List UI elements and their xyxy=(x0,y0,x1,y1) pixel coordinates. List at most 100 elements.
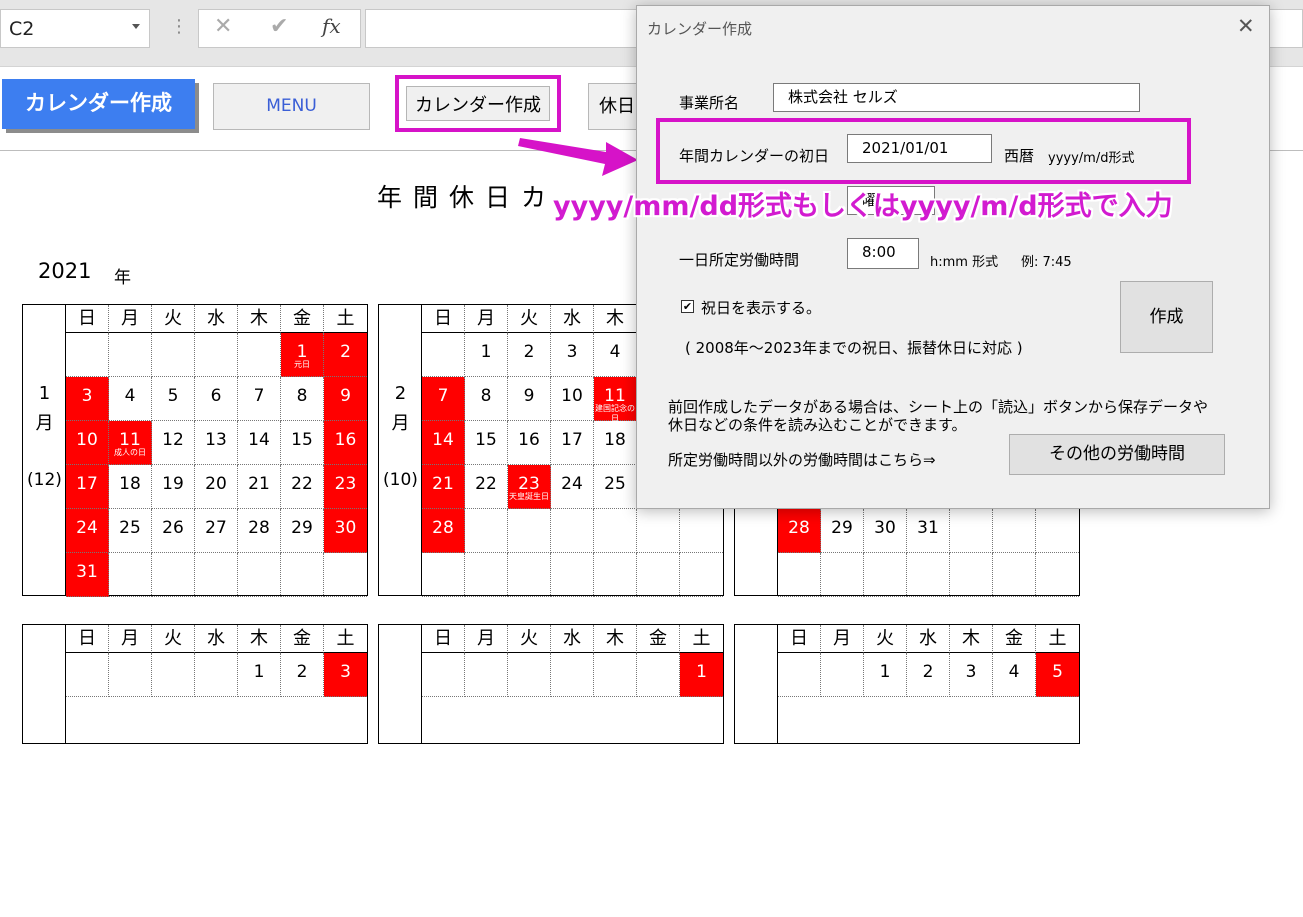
day-cell[interactable]: 17 xyxy=(551,421,594,465)
day-cell[interactable] xyxy=(551,653,594,697)
day-cell[interactable]: 1 xyxy=(680,653,723,697)
day-cell[interactable]: 15 xyxy=(465,421,508,465)
create-button[interactable]: 作成 xyxy=(1120,281,1213,353)
day-cell[interactable] xyxy=(152,553,195,597)
enter-check-icon[interactable]: ✔ xyxy=(270,14,288,39)
day-cell[interactable]: 11 成人の日 xyxy=(109,421,152,465)
day-cell[interactable] xyxy=(238,333,281,377)
day-cell[interactable] xyxy=(465,653,508,697)
day-cell[interactable] xyxy=(152,653,195,697)
create-calendar-button[interactable]: カレンダー作成 xyxy=(406,86,550,121)
day-cell[interactable] xyxy=(281,553,324,597)
day-cell[interactable] xyxy=(907,553,950,597)
day-cell[interactable] xyxy=(508,553,551,597)
day-cell[interactable] xyxy=(109,653,152,697)
day-cell[interactable]: 30 xyxy=(324,509,367,553)
day-cell[interactable]: 26 xyxy=(152,509,195,553)
close-icon[interactable]: ✕ xyxy=(1237,14,1255,38)
day-cell[interactable] xyxy=(821,553,864,597)
day-cell[interactable]: 25 xyxy=(594,465,637,509)
day-cell[interactable]: 11 建国記念の日 xyxy=(594,377,637,423)
day-cell[interactable]: 1 xyxy=(465,333,508,377)
day-cell[interactable]: 15 xyxy=(281,421,324,465)
day-cell[interactable]: 4 xyxy=(109,377,152,421)
day-cell[interactable]: 25 xyxy=(109,509,152,553)
day-cell[interactable]: 24 xyxy=(66,509,109,553)
start-date-input[interactable]: 2021/01/01 xyxy=(847,134,992,163)
day-cell[interactable]: 10 xyxy=(551,377,594,421)
day-cell[interactable]: 30 xyxy=(864,509,907,553)
day-cell[interactable]: 7 xyxy=(238,377,281,421)
holiday-checkbox[interactable]: ✔ xyxy=(681,300,694,313)
day-cell[interactable]: 23 天皇誕生日 xyxy=(508,465,551,509)
day-cell[interactable] xyxy=(66,653,109,697)
day-cell[interactable]: 3 xyxy=(324,653,367,697)
day-cell[interactable] xyxy=(324,553,367,597)
day-cell[interactable] xyxy=(637,553,680,597)
day-cell[interactable] xyxy=(594,509,637,553)
day-cell[interactable]: 9 xyxy=(324,377,367,421)
office-name-input[interactable]: 株式会社 セルズ xyxy=(773,83,1140,112)
day-cell[interactable]: 1 元日 xyxy=(281,333,324,377)
day-cell[interactable] xyxy=(993,553,1036,597)
day-cell[interactable]: 2 xyxy=(281,653,324,697)
day-cell[interactable] xyxy=(238,553,281,597)
day-cell[interactable] xyxy=(422,553,465,597)
day-cell[interactable]: 12 xyxy=(152,421,195,465)
day-cell[interactable] xyxy=(195,553,238,597)
daily-hours-input[interactable]: 8:00 xyxy=(847,238,919,269)
day-cell[interactable]: 17 xyxy=(66,465,109,509)
name-box[interactable]: C2 xyxy=(0,9,150,48)
day-cell[interactable] xyxy=(637,653,680,697)
day-cell[interactable]: 28 xyxy=(778,509,821,553)
day-cell[interactable] xyxy=(422,653,465,697)
day-cell[interactable]: 2 xyxy=(324,333,367,377)
day-cell[interactable]: 3 xyxy=(950,653,993,697)
day-cell[interactable] xyxy=(594,653,637,697)
menu-button[interactable]: MENU xyxy=(213,83,370,130)
day-cell[interactable]: 6 xyxy=(195,377,238,421)
day-cell[interactable]: 1 xyxy=(864,653,907,697)
day-cell[interactable] xyxy=(109,333,152,377)
day-cell[interactable] xyxy=(465,553,508,597)
day-cell[interactable]: 28 xyxy=(238,509,281,553)
day-cell[interactable]: 14 xyxy=(238,421,281,465)
day-cell[interactable]: 14 xyxy=(422,421,465,465)
day-cell[interactable]: 24 xyxy=(551,465,594,509)
day-cell[interactable]: 13 xyxy=(195,421,238,465)
day-cell[interactable]: 2 xyxy=(508,333,551,377)
day-cell[interactable]: 29 xyxy=(281,509,324,553)
day-cell[interactable]: 21 xyxy=(422,465,465,509)
day-cell[interactable] xyxy=(551,509,594,553)
day-cell[interactable] xyxy=(821,653,864,697)
day-cell[interactable]: 16 xyxy=(508,421,551,465)
day-cell[interactable] xyxy=(66,333,109,377)
day-cell[interactable]: 22 xyxy=(281,465,324,509)
day-cell[interactable]: 18 xyxy=(594,421,637,465)
day-cell[interactable] xyxy=(680,553,723,597)
day-cell[interactable] xyxy=(422,333,465,377)
day-cell[interactable] xyxy=(1036,553,1079,597)
other-hours-button[interactable]: その他の労働時間 xyxy=(1009,434,1225,475)
day-cell[interactable]: 21 xyxy=(238,465,281,509)
day-cell[interactable]: 8 xyxy=(465,377,508,421)
day-cell[interactable]: 31 xyxy=(66,553,109,597)
day-cell[interactable] xyxy=(778,553,821,597)
day-cell[interactable] xyxy=(950,553,993,597)
day-cell[interactable]: 8 xyxy=(281,377,324,421)
day-cell[interactable] xyxy=(993,509,1036,553)
day-cell[interactable] xyxy=(508,509,551,553)
day-cell[interactable] xyxy=(778,653,821,697)
day-cell[interactable]: 3 xyxy=(551,333,594,377)
day-cell[interactable] xyxy=(950,509,993,553)
day-cell[interactable]: 20 xyxy=(195,465,238,509)
day-cell[interactable] xyxy=(594,553,637,597)
day-cell[interactable]: 29 xyxy=(821,509,864,553)
insert-function-icon[interactable]: fx xyxy=(322,14,341,38)
day-cell[interactable]: 16 xyxy=(324,421,367,465)
day-cell[interactable]: 22 xyxy=(465,465,508,509)
day-cell[interactable]: 18 xyxy=(109,465,152,509)
day-cell[interactable] xyxy=(680,509,723,553)
day-cell[interactable] xyxy=(551,553,594,597)
day-cell[interactable] xyxy=(195,333,238,377)
